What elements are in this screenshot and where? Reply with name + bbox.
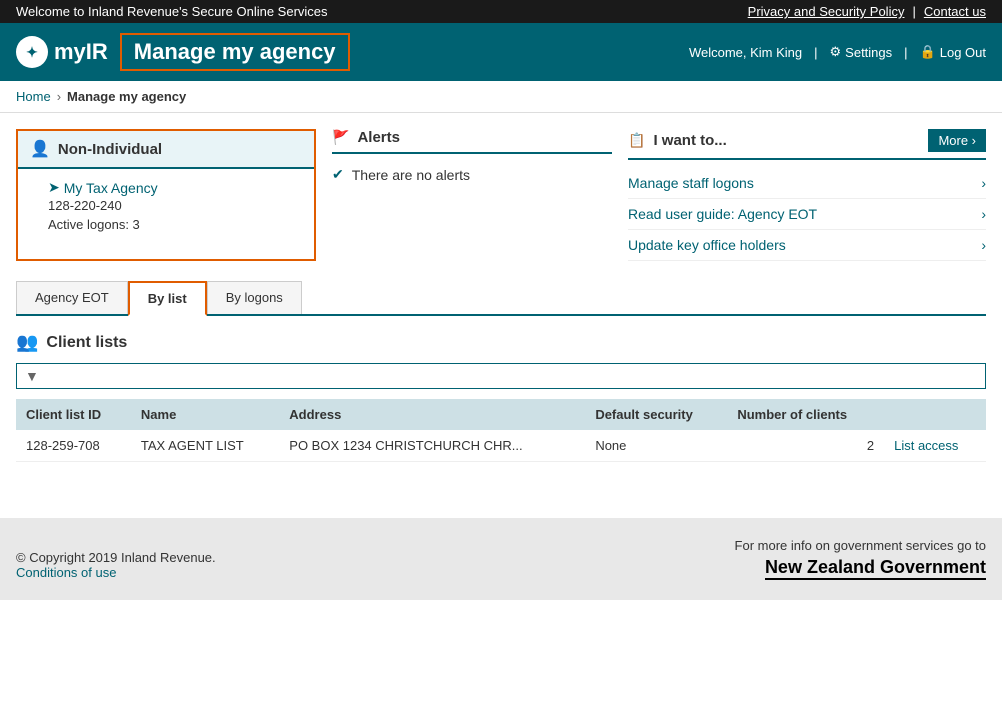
logo-text: myIR [54,39,108,65]
i-want-to-header: I want to... More › [628,129,986,160]
top-bar-right: Privacy and Security Policy | Contact us [748,4,986,19]
col-header-security: Default security [585,399,727,430]
breadcrumb-home[interactable]: Home [16,89,51,104]
cell-address: PO BOX 1234 CHRISTCHURCH CHR... [279,430,585,462]
cell-name: TAX AGENT LIST [131,430,279,462]
copyright-text: © Copyright 2019 Inland Revenue. [16,550,216,565]
settings-label: Settings [845,45,892,60]
i-want-to-heading: I want to... [653,132,726,149]
group-icon [16,332,38,353]
logout-link[interactable]: Log Out [920,44,986,60]
alerts-box: Alerts ✔ There are no alerts [332,129,612,261]
tabs: Agency EOT By list By logons [16,281,986,316]
i-want-to-list: Manage staff logons › Read user guide: A… [628,168,986,261]
settings-link[interactable]: Settings [830,44,893,60]
client-lists-section: Client lists ▼ Client list ID Name Addre… [16,332,986,462]
breadcrumb: Home › Manage my agency [0,81,1002,113]
filter-bar: ▼ [16,363,986,389]
settings-icon [830,44,842,60]
main-content: Non-Individual ➤ My Tax Agency 128-220-2… [0,113,1002,478]
breadcrumb-current: Manage my agency [67,89,186,104]
non-individual-body: ➤ My Tax Agency 128-220-240 Active logon… [18,169,314,244]
alerts-header: Alerts [332,129,612,154]
tab-by-logons[interactable]: By logons [207,281,302,314]
user-guide-link[interactable]: Read user guide: Agency EOT [628,206,817,222]
check-icon: ✔ [332,166,344,183]
welcome-user: Welcome, Kim King [689,45,802,60]
tab-agency-eot[interactable]: Agency EOT [16,281,128,314]
client-lists-header: Client lists [16,332,986,353]
active-logons: Active logons: 3 [48,217,302,232]
col-header-id: Client list ID [16,399,131,430]
update-key-holders-link[interactable]: Update key office holders [628,237,786,253]
col-header-name: Name [131,399,279,430]
nzgov-logo: New Zealand Government [765,557,986,580]
cell-id: 128-259-708 [16,430,131,462]
alerts-body: ✔ There are no alerts [332,162,612,187]
filter-icon: ▼ [25,368,39,384]
person-icon [30,139,50,159]
table-header: Client list ID Name Address Default secu… [16,399,986,430]
list-item: Manage staff logons › [628,168,986,199]
top-bar: Welcome to Inland Revenue's Secure Onlin… [0,0,1002,23]
manage-staff-logons-link[interactable]: Manage staff logons [628,175,754,191]
flag-icon [332,129,349,146]
list-item: Read user guide: Agency EOT › [628,199,986,230]
more-button[interactable]: More › [928,129,986,152]
list-item: Update key office holders › [628,230,986,261]
agency-name: My Tax Agency [64,180,158,196]
alerts-title: Alerts [357,129,400,146]
agency-number: 128-220-240 [48,198,302,213]
chevron-icon-2: › [981,237,986,253]
tab-by-list[interactable]: By list [128,281,207,316]
doc-icon [628,132,645,149]
footer-left: © Copyright 2019 Inland Revenue. Conditi… [16,550,216,580]
privacy-link[interactable]: Privacy and Security Policy [748,4,905,19]
myir-logo: ✦ myIR [16,36,108,68]
table-body: 128-259-708 TAX AGENT LIST PO BOX 1234 C… [16,430,986,462]
table-header-row: Client list ID Name Address Default secu… [16,399,986,430]
conditions-link[interactable]: Conditions of use [16,565,116,580]
col-header-address: Address [279,399,585,430]
cell-num-clients: 2 [727,430,884,462]
non-individual-header: Non-Individual [18,131,314,169]
top-section: Non-Individual ➤ My Tax Agency 128-220-2… [16,129,986,261]
logout-label: Log Out [940,45,986,60]
footer-right: For more info on government services go … [735,538,986,580]
list-access-link[interactable]: List access [894,438,958,453]
header-divider2: | [904,45,907,60]
gov-text: For more info on government services go … [735,538,986,553]
breadcrumb-sep: › [57,89,61,104]
chevron-icon-0: › [981,175,986,191]
separator: | [912,4,915,19]
filter-input[interactable] [43,368,977,384]
non-individual-title: Non-Individual [58,141,162,158]
chevron-icon-1: › [981,206,986,222]
i-want-to-title: I want to... [628,132,727,149]
cell-action: List access [884,430,986,462]
logo-icon: ✦ [16,36,48,68]
non-individual-box: Non-Individual ➤ My Tax Agency 128-220-2… [16,129,316,261]
cell-security: None [585,430,727,462]
lock-icon [920,44,936,60]
client-table: Client list ID Name Address Default secu… [16,399,986,462]
agency-link[interactable]: ➤ My Tax Agency [48,179,302,196]
header: ✦ myIR Manage my agency Welcome, Kim Kin… [0,23,1002,81]
contact-link[interactable]: Contact us [924,4,986,19]
col-header-action [884,399,986,430]
top-bar-welcome: Welcome to Inland Revenue's Secure Onlin… [16,4,328,19]
client-lists-title: Client lists [46,334,127,352]
table-row: 128-259-708 TAX AGENT LIST PO BOX 1234 C… [16,430,986,462]
agency-arrow-icon: ➤ [48,179,60,196]
no-alerts-message: There are no alerts [352,167,470,183]
header-page-title: Manage my agency [120,33,350,71]
i-want-to-box: I want to... More › Manage staff logons … [628,129,986,261]
footer: © Copyright 2019 Inland Revenue. Conditi… [0,518,1002,600]
tabs-section: Agency EOT By list By logons [16,281,986,316]
col-header-num-clients: Number of clients [727,399,884,430]
header-right: Welcome, Kim King | Settings | Log Out [689,44,986,60]
header-left: ✦ myIR Manage my agency [16,33,350,71]
header-divider1: | [814,45,817,60]
